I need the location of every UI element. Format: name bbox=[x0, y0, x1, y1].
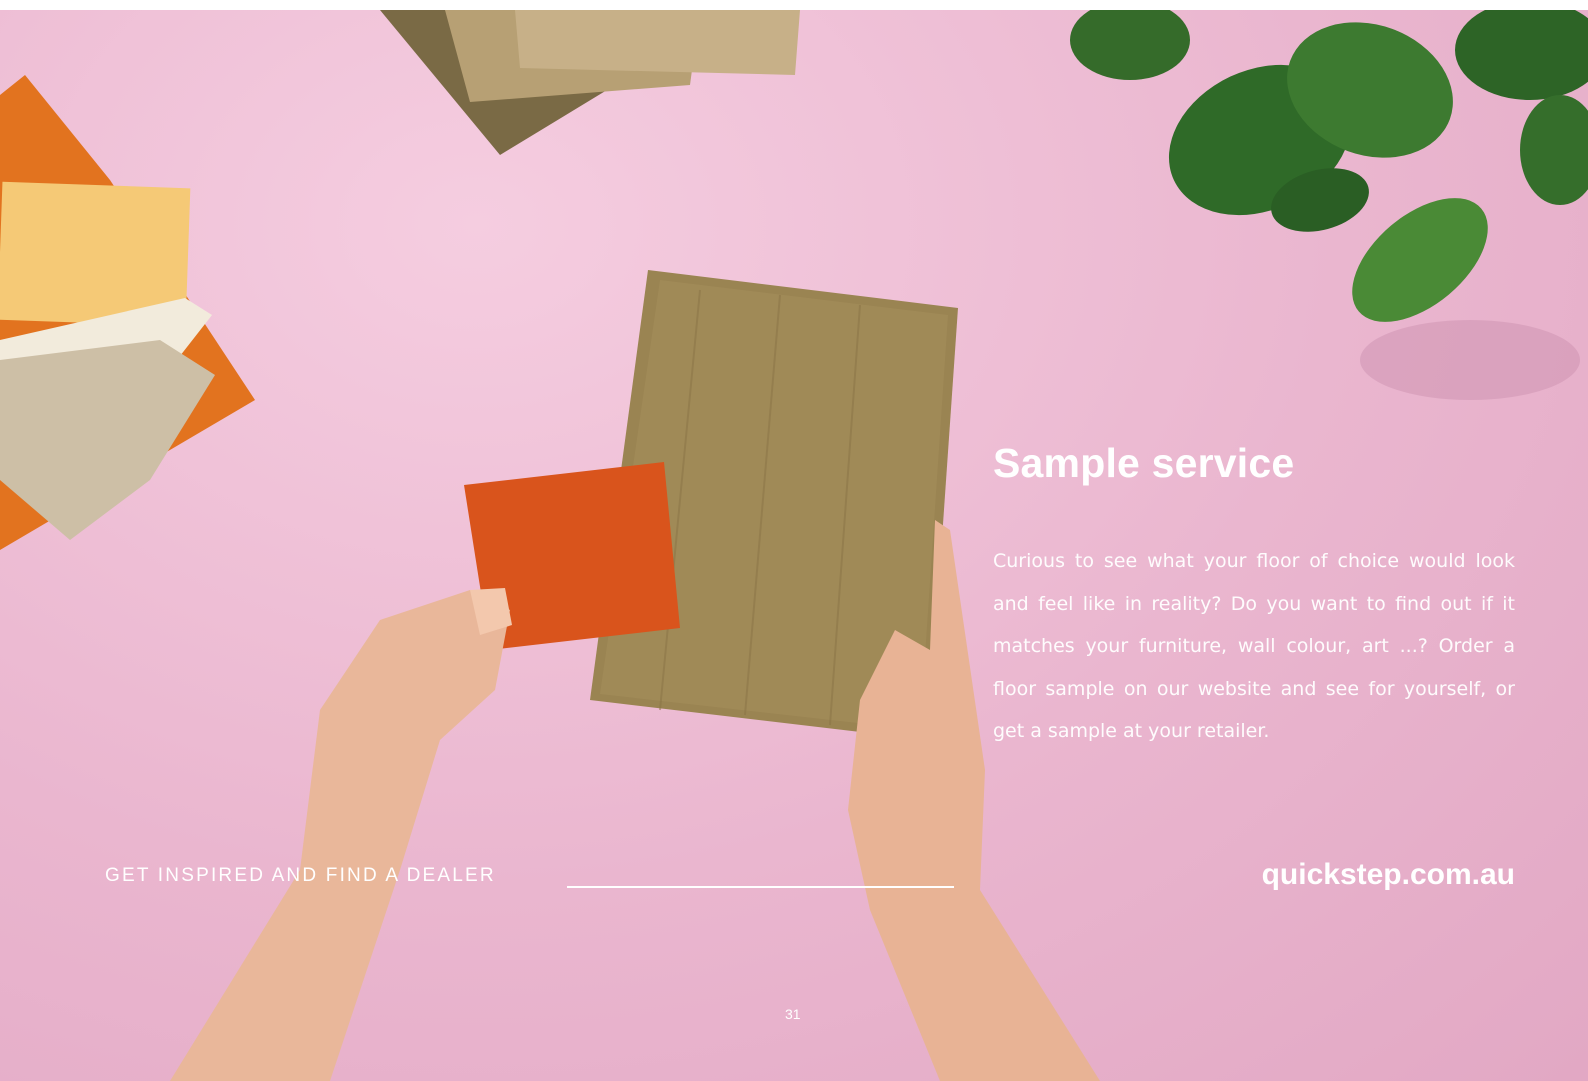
website-link[interactable]: quickstep.com.au bbox=[1262, 858, 1515, 892]
page-title: Sample service bbox=[993, 440, 1295, 486]
left-hand bbox=[170, 588, 512, 1081]
brochure-page: Sample service Curious to see what your … bbox=[0, 10, 1588, 1081]
color-swatches-left bbox=[0, 75, 255, 550]
divider-line bbox=[567, 886, 954, 888]
page-number: 31 bbox=[785, 1006, 801, 1022]
body-paragraph: Curious to see what your floor of choice… bbox=[993, 550, 1515, 742]
wood-samples-top bbox=[380, 10, 800, 155]
plant-leaves bbox=[1070, 10, 1588, 322]
cta-label: GET INSPIRED AND FIND A DEALER bbox=[105, 865, 496, 886]
